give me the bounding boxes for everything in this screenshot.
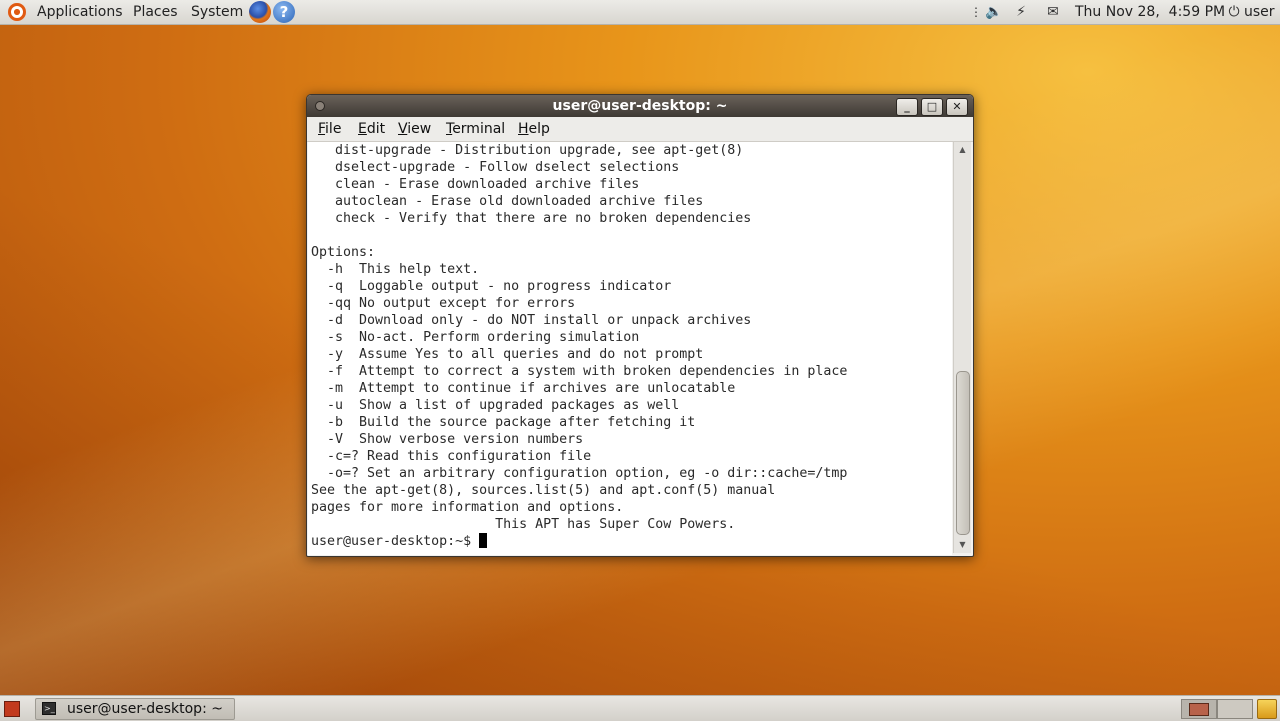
network-icon[interactable]: ⚡	[1011, 2, 1031, 22]
clock[interactable]: Thu Nov 28, 4:59 PM	[1075, 0, 1225, 24]
terminal-line: -q Loggable output - no progress indicat…	[327, 279, 672, 294]
menu-edit-rest: dit	[366, 121, 386, 137]
workspace-window-thumb	[1189, 703, 1209, 716]
menu-file-rest: ile	[325, 121, 342, 137]
terminal-line: -c=? Read this configuration file	[327, 449, 592, 464]
terminal-line: Options:	[311, 245, 376, 260]
show-desktop-icon[interactable]	[4, 701, 20, 717]
terminal-line: autoclean - Erase old downloaded archive…	[335, 194, 704, 209]
bottom-panel: >_ user@user-desktop: ~	[0, 695, 1280, 721]
menu-terminal[interactable]: Terminal	[446, 117, 505, 141]
close-button[interactable]: ✕	[946, 98, 968, 116]
terminal-line: -b Build the source package after fetchi…	[327, 415, 696, 430]
terminal-line: dselect-upgrade - Follow dselect selecti…	[335, 160, 680, 175]
menu-system[interactable]: System	[191, 0, 243, 24]
terminal-line: This APT has Super Cow Powers.	[495, 517, 736, 532]
terminal-text: dist-upgrade - Distribution upgrade, see…	[311, 142, 847, 550]
volume-icon[interactable]: 🔈	[984, 2, 1004, 22]
window-titlebar[interactable]: user@user-desktop: ~ _ □ ✕	[307, 95, 973, 117]
menu-help[interactable]: Help	[518, 117, 550, 141]
tray-handle-icon: ⋮	[970, 5, 982, 19]
terminal-cursor	[479, 533, 488, 548]
terminal-line: -qq No output except for errors	[327, 296, 576, 311]
terminal-prompt: user@user-desktop:~$	[311, 534, 480, 549]
vertical-scrollbar[interactable]: ▲ ▼	[953, 142, 971, 553]
workspace-1[interactable]	[1181, 699, 1217, 719]
terminal-line: -d Download only - do NOT install or unp…	[327, 313, 752, 328]
window-title: user@user-desktop: ~	[552, 98, 728, 114]
taskbar-terminal-button[interactable]: >_ user@user-desktop: ~	[35, 698, 235, 720]
maximize-button[interactable]: □	[921, 98, 943, 116]
menu-help-rest: elp	[528, 121, 550, 137]
terminal-app-icon: >_	[42, 702, 56, 715]
top-panel: Applications Places System ? ⋮ 🔈 ⚡ ✉ Thu…	[0, 0, 1280, 25]
terminal-line: See the apt-get(8), sources.list(5) and …	[311, 483, 776, 498]
terminal-line: clean - Erase downloaded archive files	[335, 177, 640, 192]
power-icon[interactable]: ⏻	[1225, 2, 1243, 22]
menu-terminal-rest: erminal	[452, 121, 506, 137]
mail-icon[interactable]: ✉	[1042, 2, 1064, 22]
terminal-line: -o=? Set an arbitrary configuration opti…	[327, 466, 848, 481]
terminal-line: check - Verify that there are no broken …	[335, 211, 752, 226]
terminal-output[interactable]: dist-upgrade - Distribution upgrade, see…	[308, 142, 952, 555]
ubuntu-logo-icon[interactable]	[8, 3, 26, 21]
terminal-line: -s No-act. Perform ordering simulation	[327, 330, 640, 345]
menu-view-accel: V	[398, 121, 408, 137]
menu-edit-accel: E	[358, 121, 367, 137]
firefox-icon[interactable]	[249, 1, 271, 23]
terminal-line: -V Show verbose version numbers	[327, 432, 584, 447]
user-name[interactable]: user	[1244, 0, 1275, 24]
help-glyph: ?	[279, 3, 289, 21]
window-menu-icon[interactable]	[315, 101, 325, 111]
terminal-menubar: File Edit View Terminal Help	[307, 117, 973, 142]
menu-help-accel: H	[518, 121, 529, 137]
terminal-line: -m Attempt to continue if archives are u…	[327, 381, 736, 396]
taskbar-label: user@user-desktop: ~	[67, 701, 223, 717]
scroll-down-icon[interactable]: ▼	[954, 537, 971, 553]
menu-view[interactable]: View	[398, 117, 431, 141]
workspace-2[interactable]	[1217, 699, 1253, 719]
menu-file-accel: F	[318, 121, 326, 137]
terminal-line: -y Assume Yes to all queries and do not …	[327, 347, 704, 362]
scroll-up-icon[interactable]: ▲	[954, 142, 971, 158]
menu-applications[interactable]: Applications	[37, 0, 123, 24]
trash-icon[interactable]	[1257, 699, 1277, 719]
menu-view-rest: iew	[407, 121, 432, 137]
terminal-line: dist-upgrade - Distribution upgrade, see…	[335, 143, 744, 158]
help-icon[interactable]: ?	[273, 1, 295, 23]
menu-file[interactable]: File	[318, 117, 341, 141]
menu-edit[interactable]: Edit	[358, 117, 385, 141]
minimize-button[interactable]: _	[896, 98, 918, 116]
terminal-window: user@user-desktop: ~ _ □ ✕ File Edit Vie…	[306, 94, 974, 557]
menu-places[interactable]: Places	[133, 0, 178, 24]
terminal-line: -h This help text.	[327, 262, 480, 277]
terminal-line: -f Attempt to correct a system with brok…	[327, 364, 848, 379]
scroll-thumb[interactable]	[956, 371, 970, 535]
terminal-line: -u Show a list of upgraded packages as w…	[327, 398, 680, 413]
terminal-line: pages for more information and options.	[311, 500, 624, 515]
